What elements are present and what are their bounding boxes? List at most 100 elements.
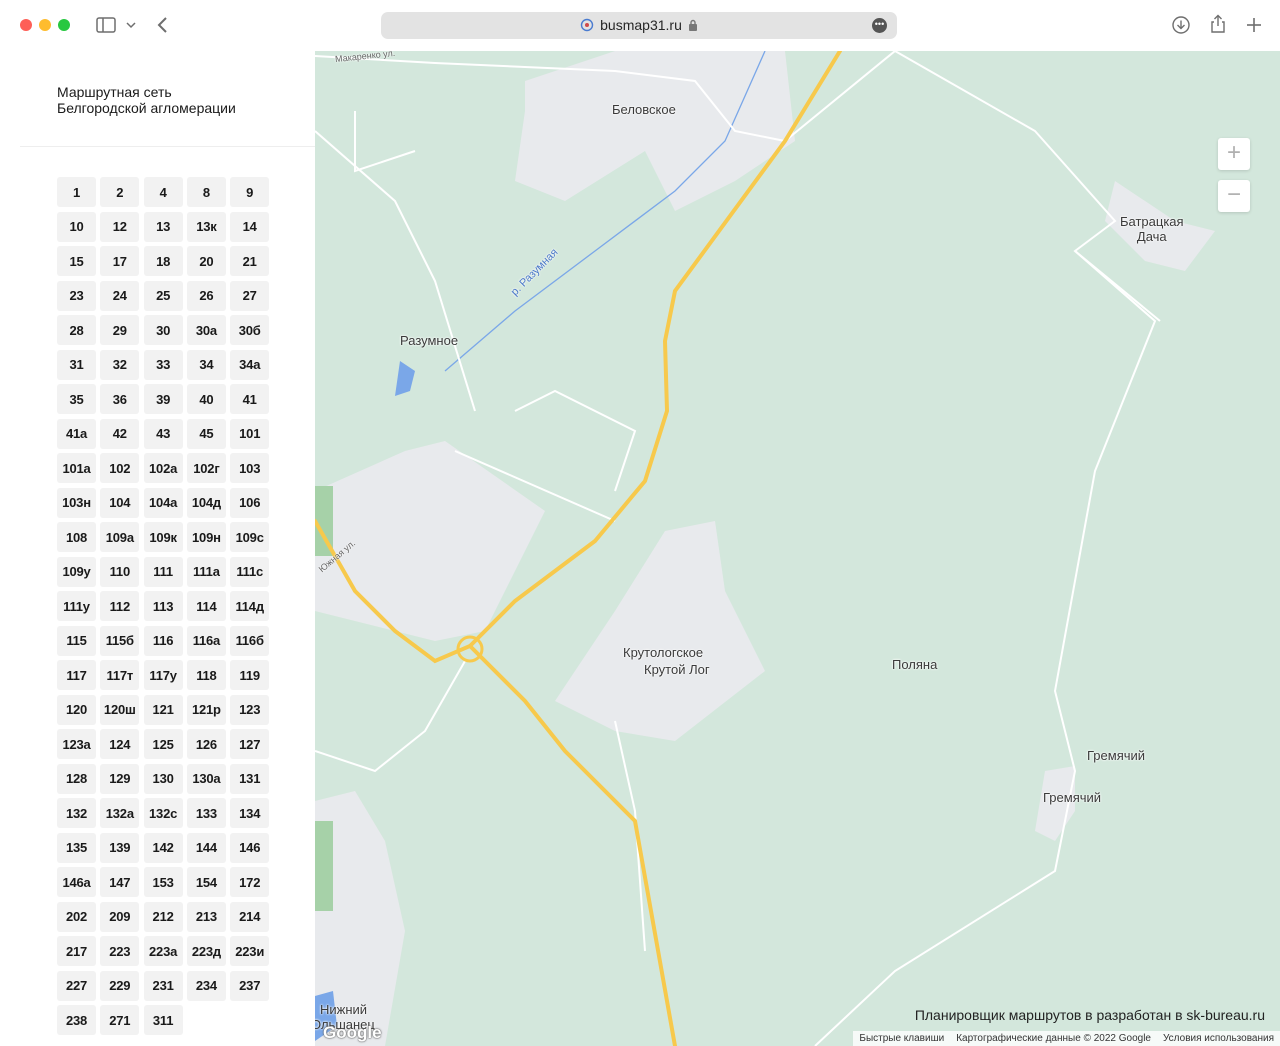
map-canvas[interactable] (315, 51, 1280, 1046)
route-button[interactable]: 1 (57, 177, 96, 207)
route-button[interactable]: 109н (186, 522, 226, 552)
route-button[interactable]: 17 (100, 246, 140, 276)
route-button[interactable]: 10 (57, 211, 96, 242)
route-button[interactable]: 125 (143, 729, 183, 759)
route-button[interactable]: 9 (230, 177, 270, 207)
route-button[interactable]: 42 (100, 418, 140, 449)
route-button[interactable]: 14 (230, 211, 270, 242)
route-button[interactable]: 4 (143, 177, 183, 207)
route-button[interactable]: 32 (100, 349, 140, 380)
route-button[interactable]: 223и (230, 936, 270, 966)
route-button[interactable]: 132 (57, 798, 96, 828)
route-button[interactable]: 40 (186, 384, 226, 414)
route-button[interactable]: 15 (57, 246, 96, 276)
route-button[interactable]: 109у (57, 556, 96, 587)
route-button[interactable]: 223а (143, 936, 183, 966)
route-button[interactable]: 12 (100, 211, 140, 242)
route-button[interactable]: 130 (143, 763, 183, 794)
route-button[interactable]: 223 (100, 936, 140, 966)
route-button[interactable]: 227 (57, 970, 96, 1001)
route-button[interactable]: 217 (57, 936, 96, 966)
route-button[interactable]: 109а (100, 522, 140, 552)
route-button[interactable]: 116а (186, 625, 226, 656)
route-button[interactable]: 139 (100, 832, 140, 863)
route-button[interactable]: 110 (100, 556, 140, 587)
route-button[interactable]: 26 (186, 280, 226, 311)
close-window-button[interactable] (20, 19, 32, 31)
route-button[interactable]: 111 (143, 556, 183, 587)
route-button[interactable]: 133 (186, 798, 226, 828)
route-button[interactable]: 134 (230, 798, 270, 828)
route-button[interactable]: 114 (186, 591, 226, 621)
route-button[interactable]: 131 (230, 763, 270, 794)
zoom-out-button[interactable]: − (1218, 180, 1250, 212)
route-button[interactable]: 123 (230, 694, 270, 725)
route-button[interactable]: 111а (186, 556, 226, 587)
route-button[interactable]: 30 (143, 315, 183, 345)
route-button[interactable]: 111у (57, 591, 96, 621)
route-button[interactable]: 108 (57, 522, 96, 552)
route-button[interactable]: 104д (186, 487, 226, 518)
route-button[interactable]: 115 (57, 625, 96, 656)
route-button[interactable]: 120ш (100, 694, 140, 725)
route-button[interactable]: 129 (100, 763, 140, 794)
route-button[interactable]: 18 (143, 246, 183, 276)
route-button[interactable]: 127 (230, 729, 270, 759)
route-button[interactable]: 43 (143, 418, 183, 449)
new-tab-icon[interactable] (1246, 17, 1262, 33)
route-button[interactable]: 25 (143, 280, 183, 311)
zoom-in-button[interactable]: + (1218, 138, 1250, 170)
route-button[interactable]: 8 (186, 177, 226, 207)
route-button[interactable]: 146 (230, 832, 270, 863)
route-button[interactable]: 104 (100, 487, 140, 518)
route-button[interactable]: 116б (230, 625, 270, 656)
route-button[interactable]: 144 (186, 832, 226, 863)
route-button[interactable]: 271 (100, 1005, 140, 1035)
route-button[interactable]: 117 (57, 660, 96, 690)
route-button[interactable]: 146а (57, 867, 96, 897)
route-button[interactable]: 109к (143, 522, 183, 552)
route-button[interactable]: 102г (186, 453, 226, 483)
route-button[interactable]: 311 (143, 1005, 183, 1035)
route-button[interactable]: 128 (57, 763, 96, 794)
route-button[interactable]: 202 (57, 901, 96, 932)
share-icon[interactable] (1209, 14, 1227, 34)
route-button[interactable]: 231 (143, 970, 183, 1001)
route-button[interactable]: 154 (186, 867, 226, 897)
route-button[interactable]: 27 (230, 280, 270, 311)
route-button[interactable]: 34 (186, 349, 226, 380)
route-button[interactable]: 30а (186, 315, 226, 345)
route-button[interactable]: 41 (230, 384, 270, 414)
route-button[interactable]: 13к (186, 211, 226, 242)
route-button[interactable]: 130а (186, 763, 226, 794)
route-button[interactable]: 33 (143, 349, 183, 380)
route-button[interactable]: 172 (230, 867, 270, 897)
route-button[interactable]: 114д (230, 591, 270, 621)
route-button[interactable]: 153 (143, 867, 183, 897)
route-button[interactable]: 126 (186, 729, 226, 759)
route-button[interactable]: 103н (57, 487, 96, 518)
route-button[interactable]: 238 (57, 1005, 96, 1035)
route-button[interactable]: 112 (100, 591, 140, 621)
route-button[interactable]: 209 (100, 901, 140, 932)
route-button[interactable]: 36 (100, 384, 140, 414)
route-button[interactable]: 23 (57, 280, 96, 311)
route-button[interactable]: 35 (57, 384, 96, 414)
route-button[interactable]: 109с (230, 522, 270, 552)
route-button[interactable]: 20 (186, 246, 226, 276)
route-button[interactable]: 28 (57, 315, 96, 345)
sidebar-toggle-icon[interactable] (96, 17, 116, 33)
route-button[interactable]: 102 (100, 453, 140, 483)
route-button[interactable]: 41а (57, 418, 96, 449)
map[interactable]: Беловское Батрацкая Дача Разумное р. Раз… (315, 51, 1280, 1046)
zoom-window-button[interactable] (58, 19, 70, 31)
more-options-icon[interactable]: ••• (872, 18, 887, 33)
route-button[interactable]: 115б (100, 625, 140, 656)
route-button[interactable]: 34а (230, 349, 270, 380)
route-button[interactable]: 101а (57, 453, 96, 483)
route-button[interactable]: 223д (186, 936, 226, 966)
promo-text[interactable]: Планировщик маршрутов в разработан в sk-… (915, 1007, 1265, 1023)
route-button[interactable]: 113 (143, 591, 183, 621)
route-button[interactable]: 111с (230, 556, 270, 587)
terms-link[interactable]: Условия использования (1163, 1033, 1274, 1044)
